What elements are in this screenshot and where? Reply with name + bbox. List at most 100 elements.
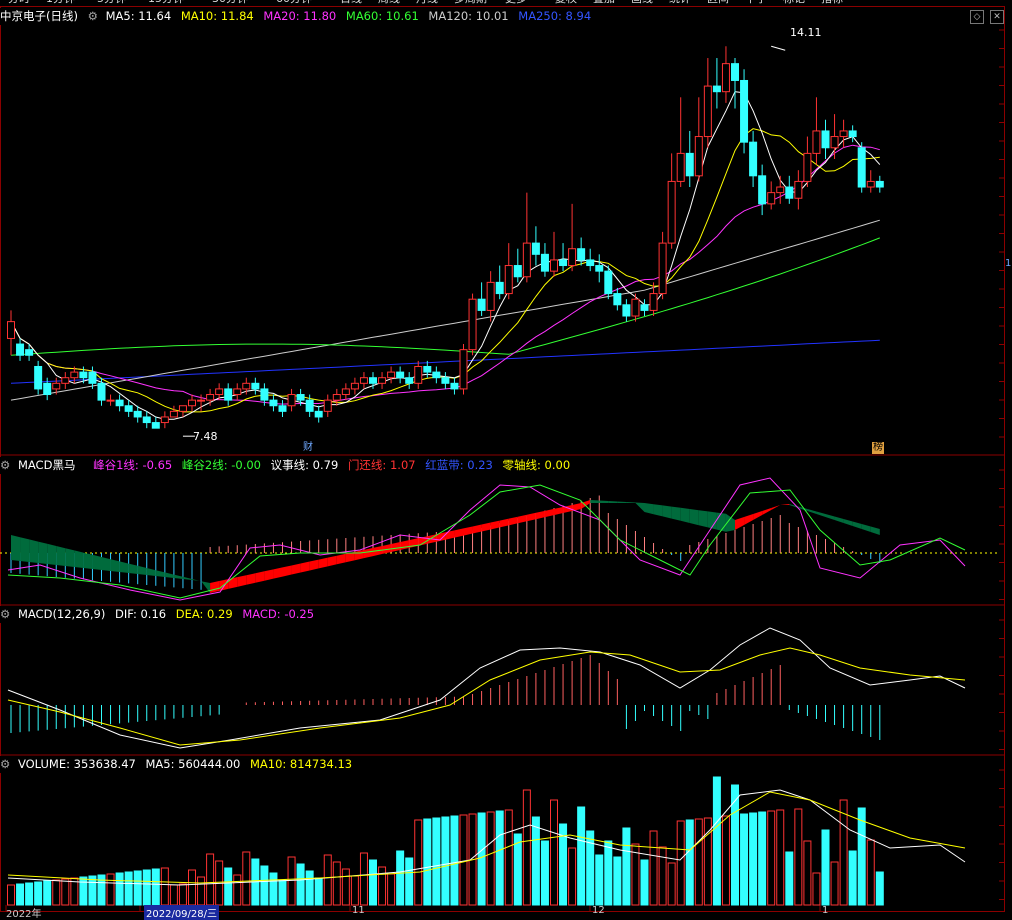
fenggu1-line <box>7 477 966 601</box>
toolbar-item-14[interactable]: 画线 <box>631 0 653 6</box>
toolbar-item-17[interactable]: 十字 <box>745 0 767 6</box>
volume-bar <box>369 859 377 906</box>
volume-bar <box>314 877 323 906</box>
diamond-icon[interactable]: ◇ <box>970 10 984 24</box>
settings-icon[interactable]: ⚙ <box>0 607 10 621</box>
settings-icon[interactable]: ⚙ <box>88 9 98 23</box>
toolbar-item-3[interactable]: 15分钟 <box>148 0 184 6</box>
candle-body <box>34 365 43 390</box>
ma5-label: MA5: 11.64 <box>105 9 172 23</box>
vol-ma10-label: MA10: 814734.13 <box>249 757 353 771</box>
volume-bar <box>785 851 794 906</box>
hm-band-segment <box>391 542 401 552</box>
candle-body <box>622 304 631 317</box>
hm-band-segment <box>445 530 455 540</box>
settings-icon[interactable]: ⚙ <box>0 757 10 771</box>
hm-band-segment <box>300 561 310 573</box>
settings-icon[interactable]: ⚙ <box>0 458 10 472</box>
hm-band-segment <box>65 548 75 567</box>
fenggu2-line <box>7 484 966 599</box>
candle-body <box>396 371 405 379</box>
toolbar-item-2[interactable]: 5分钟 <box>97 0 126 6</box>
toolbar-item-19[interactable]: 指标 <box>821 0 843 6</box>
toolbar-item-6[interactable]: 日线 <box>340 0 362 6</box>
close-icon[interactable]: ✕ <box>990 10 1004 24</box>
volume-bar <box>378 866 387 906</box>
volume-bar <box>43 880 52 906</box>
volume-bar <box>25 882 34 906</box>
volume-bar <box>79 876 88 906</box>
volume-bar <box>414 819 423 906</box>
candle-body <box>721 63 730 93</box>
candle-body <box>658 242 667 295</box>
hm-band-segment <box>282 565 292 577</box>
fenggu1-label: 峰谷1线: -0.65 <box>93 458 173 472</box>
hm-band-segment <box>807 509 817 514</box>
hm-band-segment <box>762 508 772 515</box>
hm-band-segment <box>101 557 111 571</box>
toolbar-item-5[interactable]: 60分钟 <box>276 0 312 6</box>
volume-bar <box>224 867 233 906</box>
hm-band-segment <box>481 522 491 532</box>
volume-bar <box>749 812 758 906</box>
candle-body <box>685 152 694 177</box>
volume-bar <box>495 810 504 906</box>
candle-body <box>577 248 586 261</box>
candle-body <box>649 293 658 311</box>
hm-band-segment <box>662 505 672 519</box>
volume-bar <box>622 827 631 906</box>
toolbar-item-10[interactable]: 更多 <box>505 0 527 6</box>
toolbar-item-1[interactable]: 1分钟 <box>46 0 75 6</box>
volume-bar <box>477 812 486 906</box>
hm-band-segment <box>291 563 301 575</box>
toolbar-item-0[interactable]: 分时 <box>8 0 30 6</box>
volume-bar <box>812 872 821 906</box>
volume-bar <box>459 814 468 906</box>
volume-bar <box>124 871 133 906</box>
hm-band-segment <box>155 570 165 577</box>
candle-body <box>504 265 513 295</box>
toolbar-item-13[interactable]: 叠加 <box>593 0 615 6</box>
hm-band-segment <box>698 510 708 528</box>
candle-body <box>169 410 178 418</box>
hm-band-segment <box>192 579 202 582</box>
candle-body <box>405 377 414 384</box>
hm-band-segment <box>255 571 265 583</box>
toolbar-item-18[interactable]: 标记 <box>783 0 805 6</box>
ma20-line <box>10 144 880 405</box>
hm-band-segment <box>228 577 238 589</box>
candle-body <box>378 377 387 384</box>
toolbar-item-15[interactable]: 统计 <box>669 0 691 6</box>
honglan-label: 红蓝带: 0.23 <box>425 458 493 472</box>
volume-bar <box>649 830 658 906</box>
toolbar-item-12[interactable]: 复权 <box>555 0 577 6</box>
volume-bar <box>685 819 694 906</box>
rank-marker[interactable]: 榜 <box>872 442 884 454</box>
candle-body <box>712 85 721 93</box>
toolbar-item-9[interactable]: 多周期 <box>454 0 487 6</box>
dif-label: DIF: 0.16 <box>114 607 167 621</box>
candle-body <box>866 180 875 188</box>
volume-bar <box>287 856 296 906</box>
toolbar-item-8[interactable]: 月线 <box>416 0 438 6</box>
macd-heima-title: MACD黑马 <box>17 458 76 472</box>
candle-body <box>513 265 522 278</box>
ma5-line <box>10 91 881 420</box>
toolbar-item-16[interactable]: 区间 <box>707 0 729 6</box>
financial-marker[interactable]: 财 <box>302 442 314 454</box>
volume-bar <box>550 799 558 906</box>
candle-body <box>206 394 215 401</box>
volume-bar <box>423 818 432 906</box>
candle-body <box>785 186 794 199</box>
hm-band-segment <box>92 554 102 570</box>
volume-bar <box>61 878 70 906</box>
hm-band-segment <box>508 516 518 526</box>
volume-bar <box>441 816 450 906</box>
toolbar-item-7[interactable]: 周线 <box>378 0 400 6</box>
hm-band-segment <box>83 552 93 569</box>
toolbar-item-4[interactable]: 30分钟 <box>212 0 248 6</box>
hm-band-segment <box>780 504 790 505</box>
candle-body <box>586 259 595 267</box>
volume-bar <box>803 840 812 906</box>
candle-body <box>124 405 133 412</box>
